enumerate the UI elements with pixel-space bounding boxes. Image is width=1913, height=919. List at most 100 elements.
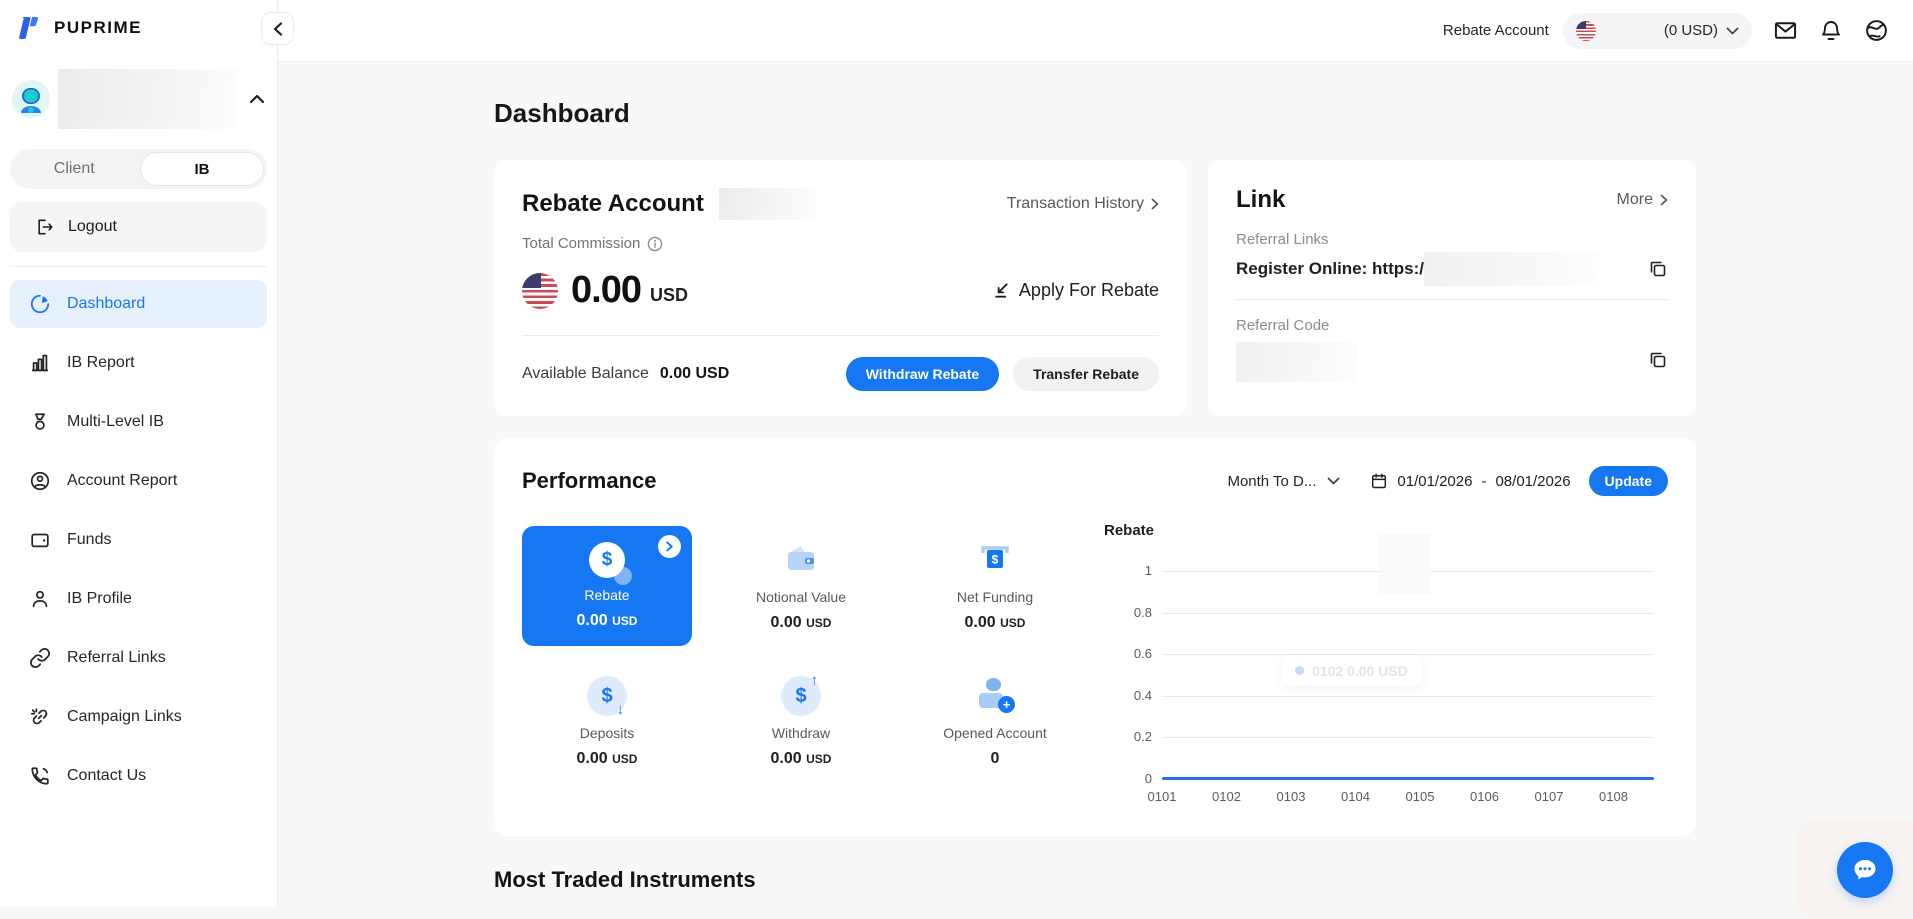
tile-label: Opened Account xyxy=(943,725,1047,741)
y-tick: 0.4 xyxy=(1096,688,1152,703)
sidebar-divider xyxy=(10,266,267,267)
tile-deposits[interactable]: $↓ Deposits 0.00 USD xyxy=(522,672,692,772)
available-balance-label: Available Balance xyxy=(522,365,649,383)
sidebar-item-multi-level-ib[interactable]: Multi-Level IB xyxy=(10,398,267,446)
sidebar-item-dashboard[interactable]: Dashboard xyxy=(10,280,267,328)
tile-rebate[interactable]: $ Rebate 0.00 USD xyxy=(522,526,692,646)
sidebar-collapse-button[interactable] xyxy=(261,12,294,45)
tile-unit: USD xyxy=(612,752,637,766)
date-separator: - xyxy=(1481,473,1486,490)
profile-row[interactable] xyxy=(12,69,265,129)
transfer-rebate-button[interactable]: Transfer Rebate xyxy=(1013,357,1159,391)
most-traded-title: Most Traded Instruments xyxy=(494,867,1696,893)
toggle-client[interactable]: Client xyxy=(10,160,139,178)
rebate-series-line xyxy=(1162,777,1654,780)
phone-icon xyxy=(29,765,51,787)
info-icon[interactable] xyxy=(647,236,663,252)
y-tick: 0.8 xyxy=(1096,605,1152,620)
wallet-icon xyxy=(29,529,51,551)
x-tick: 0104 xyxy=(1341,789,1370,804)
account-number-redacted xyxy=(1604,24,1656,38)
total-commission-currency: USD xyxy=(650,285,688,306)
sidebar-item-ib-report[interactable]: IB Report xyxy=(10,339,267,387)
copy-icon[interactable] xyxy=(1648,350,1668,370)
transaction-history-label: Transaction History xyxy=(1007,195,1144,213)
more-link[interactable]: More xyxy=(1617,191,1668,209)
tile-label: Withdraw xyxy=(772,725,830,741)
rebate-card-title: Rebate Account xyxy=(522,190,704,218)
chevron-down-icon xyxy=(1726,27,1739,35)
dollar-coin-icon: $ xyxy=(589,542,625,578)
tile-notional-value[interactable]: Notional Value 0.00 USD xyxy=(716,526,886,646)
sidebar-item-ib-profile[interactable]: IB Profile xyxy=(10,575,267,623)
copy-icon[interactable] xyxy=(1648,259,1668,279)
tile-unit: USD xyxy=(612,614,637,628)
withdraw-rebate-button[interactable]: Withdraw Rebate xyxy=(846,357,999,391)
sidebar-item-campaign-links[interactable]: Campaign Links xyxy=(10,693,267,741)
tile-withdraw[interactable]: $↑ Withdraw 0.00 USD xyxy=(716,672,886,772)
mail-icon[interactable] xyxy=(1773,18,1798,43)
y-tick: 0.6 xyxy=(1096,646,1152,661)
atm-dollar-icon: $ xyxy=(975,540,1015,580)
x-tick: 0108 xyxy=(1599,789,1628,804)
tile-label: Net Funding xyxy=(957,589,1033,605)
sidebar-item-account-report[interactable]: Account Report xyxy=(10,457,267,505)
account-selector[interactable]: (0 USD) xyxy=(1563,13,1752,49)
tile-unit: USD xyxy=(806,752,831,766)
sidebar-item-funds[interactable]: Funds xyxy=(10,516,267,564)
page-title: Dashboard xyxy=(494,62,1696,129)
topbar: Rebate Account (0 USD) xyxy=(278,0,1913,62)
person-icon xyxy=(29,588,51,610)
sidebar-item-referral-links[interactable]: Referral Links xyxy=(10,634,267,682)
x-tick: 0105 xyxy=(1406,789,1435,804)
sidebar-item-label: Account Report xyxy=(67,472,177,490)
logout-icon xyxy=(35,217,55,237)
dollar-down-icon: $↓ xyxy=(587,676,627,716)
sidebar-item-label: Referral Links xyxy=(67,649,166,667)
chevron-left-icon xyxy=(273,22,283,36)
update-button[interactable]: Update xyxy=(1589,466,1668,496)
sidebar-menu: Dashboard IB Report Multi-Level IB Accou… xyxy=(0,280,277,800)
tile-net-funding[interactable]: $ Net Funding 0.00 USD xyxy=(910,526,1080,646)
link-card-title: Link xyxy=(1236,186,1285,214)
sidebar-item-contact-us[interactable]: Contact Us xyxy=(10,752,267,800)
chart-tooltip: 0102 0.00 USD xyxy=(1281,655,1422,686)
main-area: Dashboard Rebate Account Transaction His… xyxy=(278,62,1913,907)
date-start: 01/01/2026 xyxy=(1397,473,1472,490)
transaction-history-link[interactable]: Transaction History xyxy=(1007,195,1159,213)
card-divider xyxy=(1236,299,1668,300)
globe-icon[interactable] xyxy=(1864,18,1889,43)
broken-link-icon xyxy=(29,706,51,728)
tile-value: 0.00 xyxy=(771,750,802,767)
y-tick: 0.2 xyxy=(1096,729,1152,744)
bell-icon[interactable] xyxy=(1819,18,1843,43)
logout-button[interactable]: Logout xyxy=(10,202,267,252)
register-online-link: Register Online: https:/ xyxy=(1236,259,1424,279)
sidebar-item-label: Multi-Level IB xyxy=(67,413,164,431)
referral-url-redacted xyxy=(1424,252,1599,286)
chart-hover-band xyxy=(1379,534,1431,594)
referral-code-redacted xyxy=(1236,342,1358,382)
total-commission-label: Total Commission xyxy=(522,235,640,252)
tile-label: Deposits xyxy=(580,725,634,741)
x-tick: 0107 xyxy=(1535,789,1564,804)
chevron-up-icon[interactable] xyxy=(249,94,265,104)
referral-code-label: Referral Code xyxy=(1236,317,1668,334)
date-range-select[interactable]: Month To D... xyxy=(1227,473,1340,490)
range-label: Month To D... xyxy=(1227,473,1316,490)
date-end: 08/01/2026 xyxy=(1495,473,1570,490)
chat-button[interactable] xyxy=(1837,842,1893,898)
card-divider xyxy=(522,335,1159,336)
date-range-picker[interactable]: 01/01/2026 - 08/01/2026 xyxy=(1370,472,1570,490)
wallet-blue-icon xyxy=(781,540,821,580)
toggle-ib[interactable]: IB xyxy=(140,152,264,186)
available-balance-value: 0.00 USD xyxy=(660,365,729,383)
series-dot-icon xyxy=(1295,666,1304,675)
link-icon xyxy=(29,647,51,669)
rebate-account-card: Rebate Account Transaction History Total… xyxy=(494,160,1187,416)
tooltip-text: 0102 0.00 USD xyxy=(1312,663,1408,679)
referral-links-label: Referral Links xyxy=(1236,231,1668,248)
apply-for-rebate-link[interactable]: Apply For Rebate xyxy=(991,280,1159,301)
tile-opened-account[interactable]: + Opened Account 0 xyxy=(910,672,1080,772)
tile-arrow-button[interactable] xyxy=(658,535,681,558)
